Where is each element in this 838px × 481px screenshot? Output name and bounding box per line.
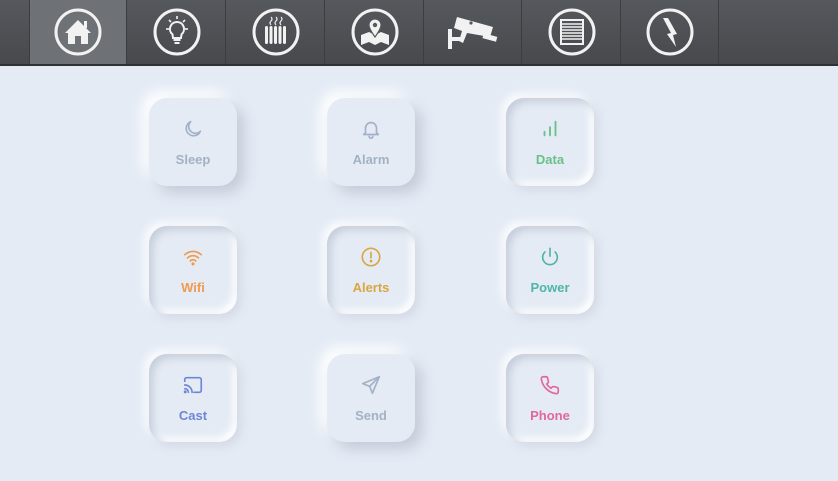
wifi-button[interactable]: Wifi [149,226,237,314]
bell-icon [362,121,380,139]
send-button[interactable]: Send [327,354,415,442]
alerts-button[interactable]: Alerts [327,226,415,314]
send-icon [361,375,381,395]
tile-label: Send [355,408,387,423]
sleep-button[interactable]: Sleep [149,98,237,186]
alarm-button[interactable]: Alarm [327,98,415,186]
tile-label: Data [535,152,565,167]
tile-label: Phone [530,408,570,423]
signal-bars-icon [543,120,557,137]
power-icon [541,247,559,266]
nav-heating[interactable] [227,0,325,64]
tile-label: Power [530,280,570,295]
nav-energy[interactable] [621,0,719,64]
power-button[interactable]: Power [506,226,594,314]
alert-circle-icon [361,247,381,267]
cast-icon [183,376,203,394]
lightbulb-icon [153,8,200,56]
nav-location[interactable] [326,0,424,64]
tile-label: Alerts [352,280,390,295]
tile-label: Alarm [352,152,390,167]
map-pin-icon [351,8,398,56]
moon-icon [185,120,202,137]
phone-icon [540,375,560,395]
security-camera-icon [447,17,497,49]
top-nav-bar [0,0,838,66]
wifi-icon [183,250,203,266]
tile-label: Cast [178,408,208,423]
radiator-icon [252,8,299,56]
nav-home[interactable] [29,0,127,64]
nav-lights[interactable] [128,0,226,64]
nav-blinds[interactable] [523,0,621,64]
window-blind-icon [548,8,595,56]
home-icon [54,8,102,56]
phone-button[interactable]: Phone [506,354,594,442]
cast-button[interactable]: Cast [149,354,237,442]
tile-label: Sleep [175,152,211,167]
lightning-icon [646,8,693,56]
tile-label: Wifi [181,280,205,295]
data-button[interactable]: Data [506,98,594,186]
nav-security[interactable] [424,0,522,64]
